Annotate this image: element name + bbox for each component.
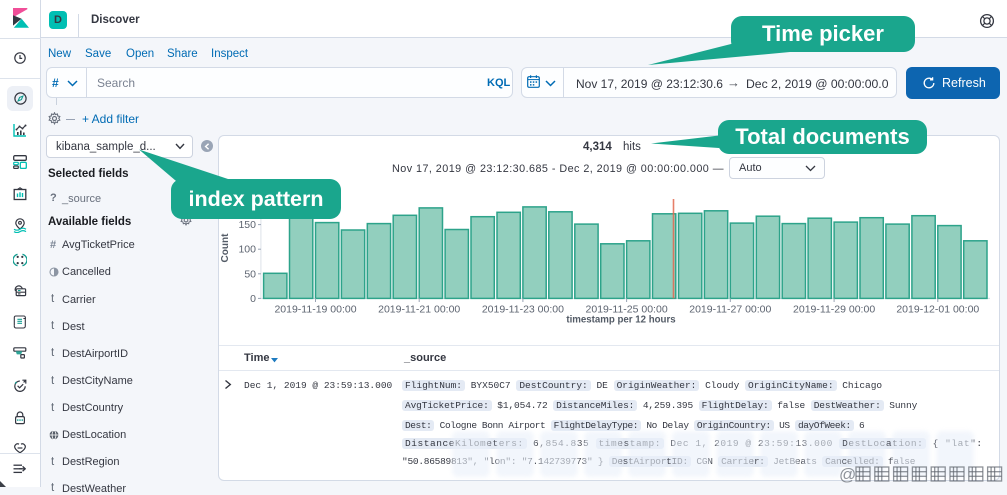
svg-text:@: @ (839, 465, 856, 483)
svg-text:2019-11-27 00:00: 2019-11-27 00:00 (689, 304, 771, 316)
svg-text:timestamp per 12 hours: timestamp per 12 hours (566, 315, 675, 326)
svg-text:0: 0 (250, 293, 256, 305)
svg-text:2019-11-29 00:00: 2019-11-29 00:00 (793, 304, 875, 316)
svg-text:50: 50 (244, 268, 256, 280)
svg-text:2019-11-21 00:00: 2019-11-21 00:00 (378, 304, 460, 316)
svg-text:Count: Count (220, 233, 231, 263)
svg-text:2019-11-19 00:00: 2019-11-19 00:00 (274, 304, 356, 316)
svg-text:2019-12-01 00:00: 2019-12-01 00:00 (896, 304, 979, 316)
svg-text:150: 150 (238, 219, 256, 231)
svg-text:100: 100 (238, 244, 256, 256)
svg-text:2019-11-23 00:00: 2019-11-23 00:00 (482, 304, 564, 316)
